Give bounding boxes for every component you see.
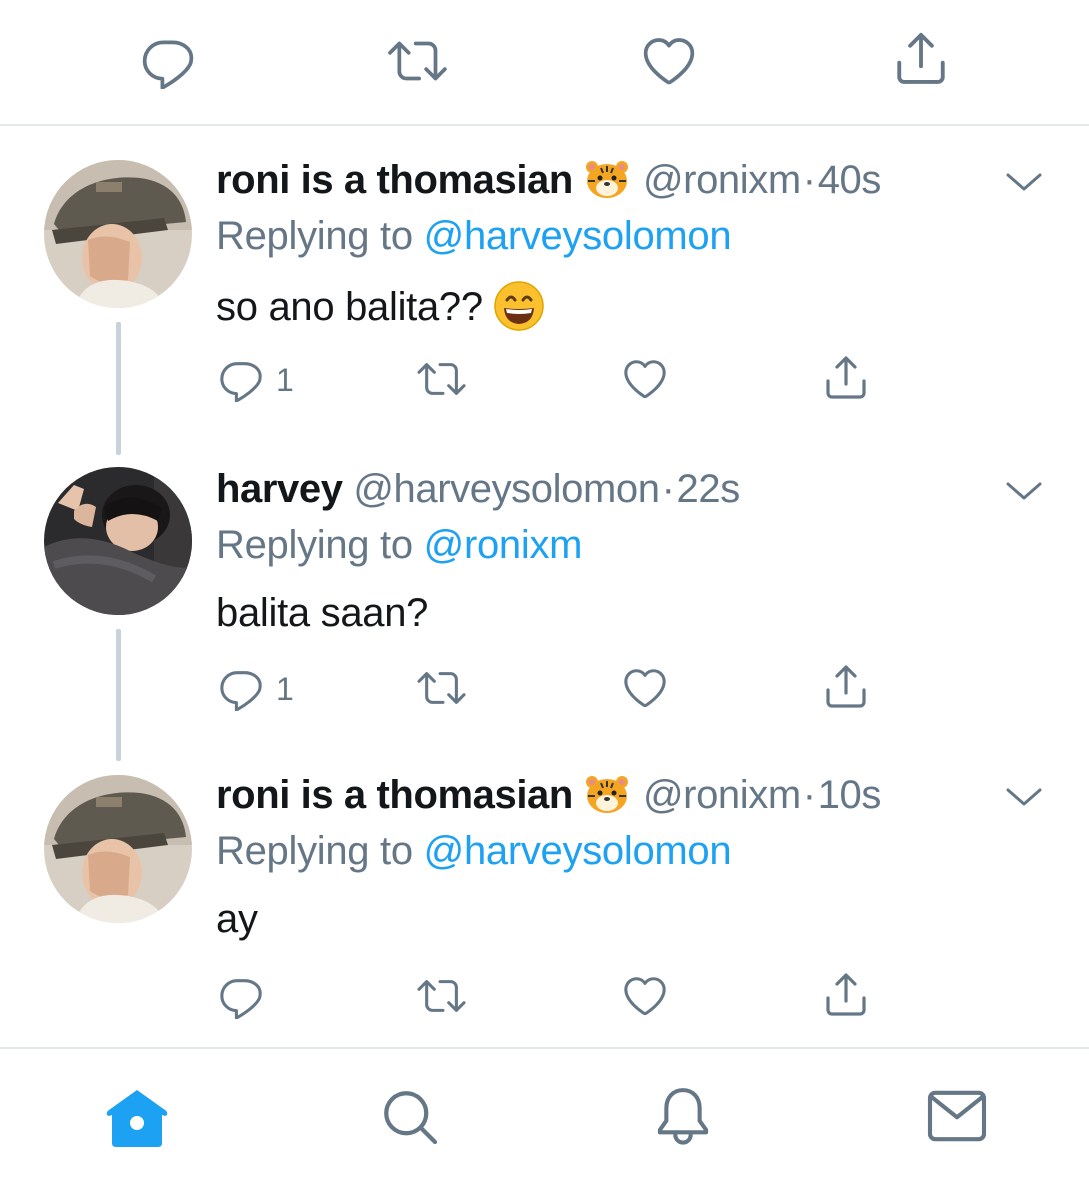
reply-count: 1 xyxy=(276,362,294,398)
home-icon[interactable] xyxy=(104,1087,170,1149)
chevron-down-icon[interactable] xyxy=(1004,479,1044,503)
replying-to-link[interactable]: @ronixm xyxy=(424,523,583,567)
retweet-icon[interactable] xyxy=(386,33,450,89)
grinning-emoji xyxy=(493,280,545,343)
tweet-text: so ano balita?? xyxy=(216,280,545,343)
replying-to-link[interactable]: @harveysolomon xyxy=(424,829,732,873)
retweet-icon[interactable] xyxy=(414,973,470,1019)
tweet-text: ay xyxy=(216,895,258,943)
thread-line xyxy=(116,325,121,455)
replying-label: Replying to xyxy=(216,523,424,567)
tweet-header: harvey @harveysolomon·22s xyxy=(216,465,740,513)
replying-to: Replying to @harveysolomon xyxy=(216,212,732,260)
tweet-text-content: balita saan? xyxy=(216,591,429,635)
tweet-actions xyxy=(0,973,1089,1033)
avatar[interactable] xyxy=(44,775,192,923)
share-icon[interactable] xyxy=(822,354,870,402)
share-icon[interactable] xyxy=(822,971,870,1019)
tiger-emoji xyxy=(585,159,629,210)
tweet-header: roni is a thomasian @ronixm·10s xyxy=(216,771,881,825)
like-icon[interactable] xyxy=(621,665,669,711)
replying-to-link[interactable]: @harveysolomon xyxy=(424,214,732,258)
messages-icon[interactable] xyxy=(926,1089,988,1143)
display-name[interactable]: roni is a thomasian xyxy=(216,773,573,817)
handle[interactable]: @harveysolomon xyxy=(353,467,660,511)
handle[interactable]: @ronixm xyxy=(643,158,801,202)
tweet-text: balita saan? xyxy=(216,589,428,637)
handle[interactable]: @ronixm xyxy=(643,773,801,817)
timestamp: 10s xyxy=(817,773,882,817)
display-name[interactable]: harvey xyxy=(216,467,343,511)
like-icon[interactable] xyxy=(621,973,669,1019)
tweet-header: roni is a thomasian @ronixm·40s xyxy=(216,156,881,210)
tweet[interactable]: roni is a thomasian @ronixm·40s Replying … xyxy=(0,126,1089,452)
separator-dot: · xyxy=(661,467,675,511)
tweet[interactable]: roni is a thomasian @ronixm·10s Replying … xyxy=(0,761,1089,1046)
tweet-text-content: ay xyxy=(216,897,258,941)
retweet-icon[interactable] xyxy=(414,665,470,711)
notifications-icon[interactable] xyxy=(652,1085,714,1149)
like-icon[interactable] xyxy=(640,33,698,89)
replying-to: Replying to @harveysolomon xyxy=(216,827,732,875)
tab-bar xyxy=(0,1049,1089,1200)
tweet-actions: 1 xyxy=(0,665,1089,725)
tiger-emoji xyxy=(585,774,629,825)
timestamp: 22s xyxy=(676,467,741,511)
avatar[interactable] xyxy=(44,160,192,308)
reply-count: 1 xyxy=(276,671,294,707)
reply-icon[interactable] xyxy=(218,356,264,402)
separator-dot: · xyxy=(802,158,816,202)
like-icon[interactable] xyxy=(621,356,669,402)
reply-icon[interactable] xyxy=(140,33,196,89)
timestamp: 40s xyxy=(817,158,882,202)
share-icon[interactable] xyxy=(822,663,870,711)
tweet-actions: 1 xyxy=(0,356,1089,416)
separator-dot: · xyxy=(802,773,816,817)
top-action-bar xyxy=(0,0,1089,125)
tweet-text-content: so ano balita?? xyxy=(216,285,483,329)
reply-icon[interactable] xyxy=(218,973,264,1019)
replying-label: Replying to xyxy=(216,829,424,873)
reply-icon[interactable] xyxy=(218,665,264,711)
chevron-down-icon[interactable] xyxy=(1004,785,1044,809)
chevron-down-icon[interactable] xyxy=(1004,170,1044,194)
replying-to: Replying to @ronixm xyxy=(216,521,582,569)
share-icon[interactable] xyxy=(892,30,950,88)
avatar[interactable] xyxy=(44,467,192,615)
tweet[interactable]: harvey @harveysolomon·22s Replying to @r… xyxy=(0,325,1089,761)
replying-label: Replying to xyxy=(216,214,424,258)
retweet-icon[interactable] xyxy=(414,356,470,402)
display-name[interactable]: roni is a thomasian xyxy=(216,158,573,202)
search-icon[interactable] xyxy=(380,1087,440,1147)
